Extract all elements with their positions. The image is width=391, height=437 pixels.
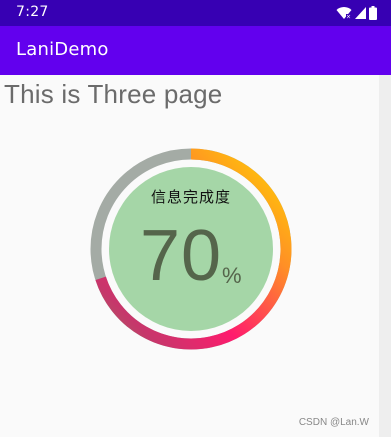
scroll-edge xyxy=(379,75,391,437)
gauge-caption: 信息完成度 xyxy=(150,188,231,206)
status-time: 7:27 xyxy=(16,4,49,20)
app-bar: LaniDemo xyxy=(0,26,391,75)
status-bar: 7:27 × xyxy=(0,0,391,26)
wifi-icon: × xyxy=(336,7,352,21)
svg-text:×: × xyxy=(346,14,351,21)
status-icons: × xyxy=(336,5,377,21)
app-title: LaniDemo xyxy=(16,39,109,60)
signal-icon xyxy=(355,7,366,19)
gauge-unit: % xyxy=(222,263,242,288)
page-heading: This is Three page xyxy=(4,79,223,109)
gauge-value: 70 xyxy=(140,216,223,296)
battery-icon xyxy=(369,6,377,20)
watermark: CSDN @Lan.W xyxy=(298,417,369,428)
